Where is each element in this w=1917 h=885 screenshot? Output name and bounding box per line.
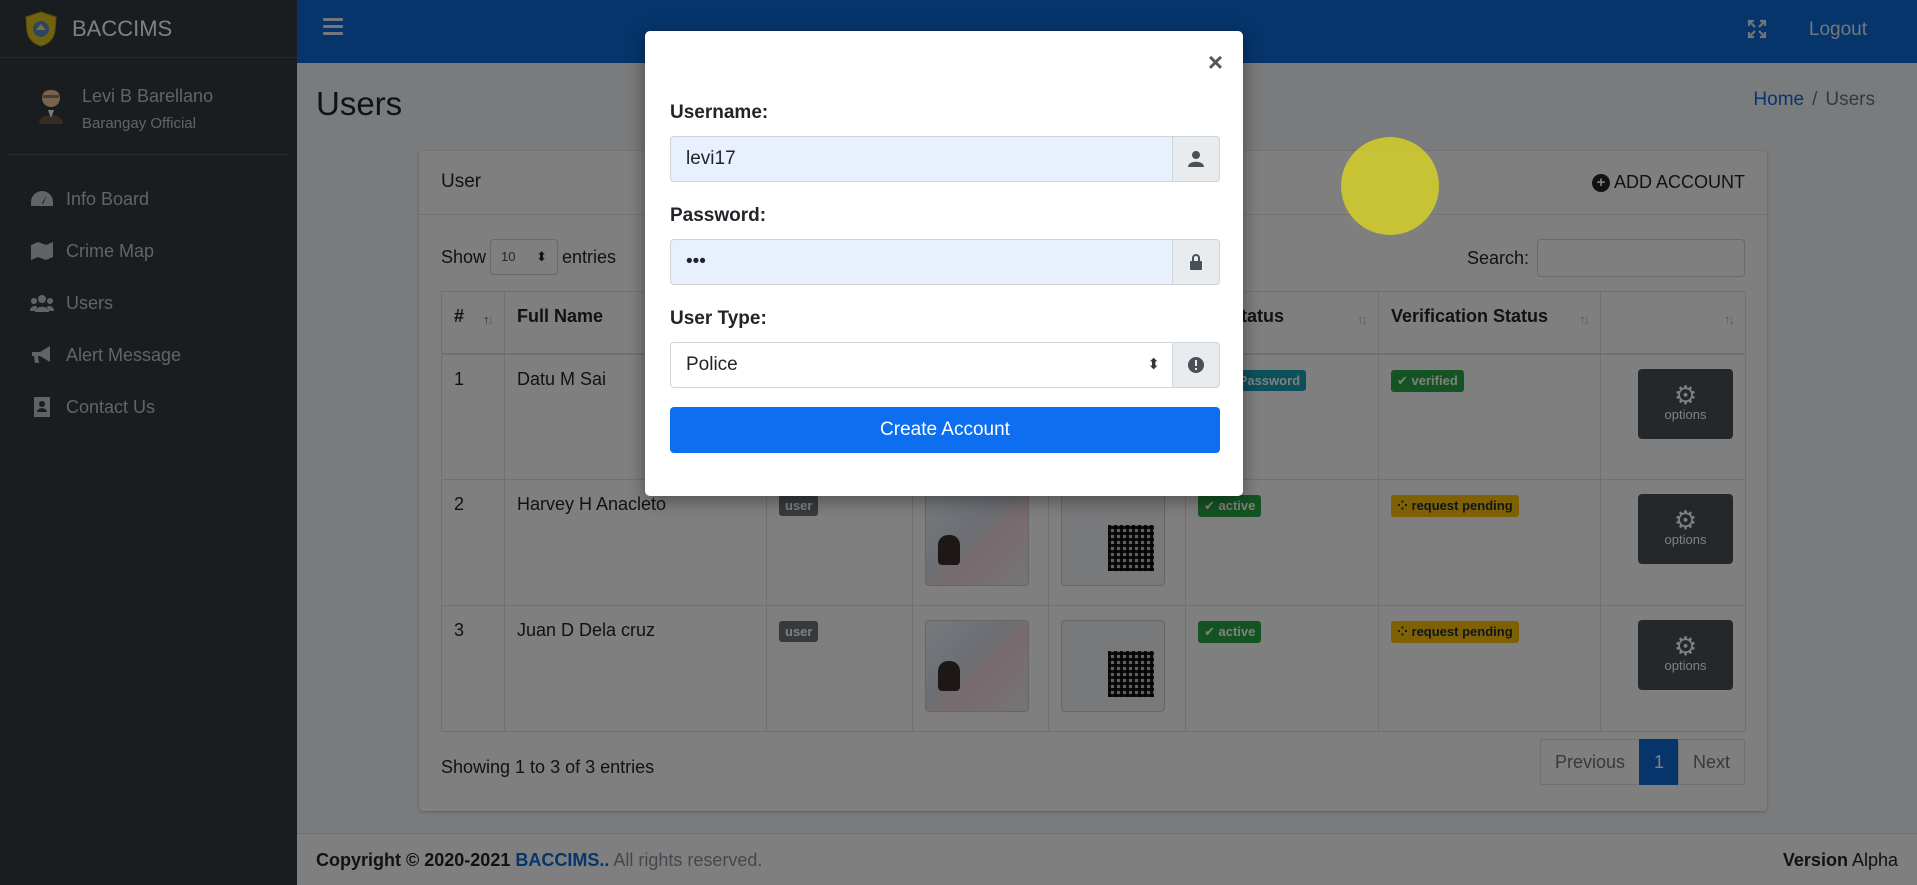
password-field[interactable]: ••• <box>670 239 1172 285</box>
password-label: Password: <box>670 205 767 226</box>
lock-addon <box>1172 239 1220 285</box>
user-addon <box>1172 136 1220 182</box>
info-addon <box>1172 342 1220 388</box>
user-type-group: Police <box>670 342 1220 388</box>
username-field[interactable]: levi17 <box>670 136 1172 182</box>
lock-icon <box>1190 254 1202 270</box>
user-type-select[interactable]: Police <box>670 342 1172 388</box>
close-icon[interactable]: × <box>1208 49 1223 75</box>
cursor-highlight <box>1341 137 1439 235</box>
user-icon <box>1188 151 1204 167</box>
username-group: levi17 <box>670 136 1220 182</box>
username-label: Username: <box>670 102 769 123</box>
password-group: ••• <box>670 239 1220 285</box>
create-account-button[interactable]: Create Account <box>670 407 1220 453</box>
exclamation-circle-icon <box>1188 357 1204 373</box>
create-account-modal: × Username: levi17 Password: ••• User Ty… <box>645 31 1243 496</box>
user-type-label: User Type: <box>670 308 767 329</box>
